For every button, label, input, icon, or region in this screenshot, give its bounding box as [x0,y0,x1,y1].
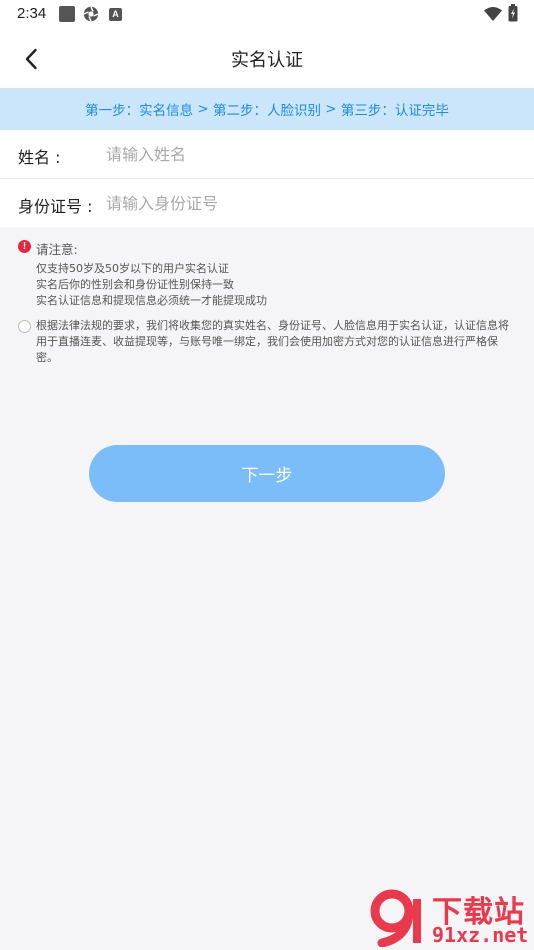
watermark-logo-icon [370,889,421,947]
notice-title: 请注意: [36,242,78,257]
square-notification-icon [59,6,75,22]
name-label: 姓名 : [18,148,61,167]
watermark-url: 91xz.net [432,923,529,947]
status-time: 2:34 [17,5,47,22]
step-separator: > [321,101,341,117]
header: 实名认证 [0,28,534,88]
page-title: 实名认证 [231,50,303,71]
status-bar: 2:34 A [0,0,534,28]
identity-form: 姓名 : 身份证号 : [0,130,534,227]
agreement-radio[interactable] [18,320,31,333]
step-2: 第二步：人脸识别 [213,103,321,119]
battery-icon [508,4,524,22]
next-step-button[interactable]: 下一步 [89,445,445,502]
steps-banner: 第一步：实名信息 > 第二步：人脸识别 > 第三步：认证完毕 [0,88,534,130]
wifi-icon [484,6,502,22]
name-input[interactable] [106,139,506,169]
watermark: 下载站 91xz.net [368,885,534,950]
agreement-text: 根据法律法规的要求，我们将收集您的真实姓名、身份证号、人脸信息用于实名认证，认证… [36,319,509,364]
aperture-icon [83,6,99,22]
notice-line: 实名后你的性别会和身份证性别保持一致 [36,278,234,291]
id-number-label: 身份证号 : [18,197,93,216]
step-3: 第三步：认证完毕 [340,103,449,119]
a-icon: A [109,8,122,21]
notice-line: 实名认证信息和提现信息必须统一才能提现成功 [36,294,267,307]
id-number-input[interactable] [106,188,506,218]
warning-icon: ! [18,240,31,253]
id-number-row: 身份证号 : [0,179,534,227]
name-row: 姓名 : [0,130,534,178]
step-1: 第一步：实名信息 [85,103,194,119]
step-separator: > [193,101,213,117]
notice-line: 仅支持50岁及50岁以下的用户实名认证 [36,262,229,275]
